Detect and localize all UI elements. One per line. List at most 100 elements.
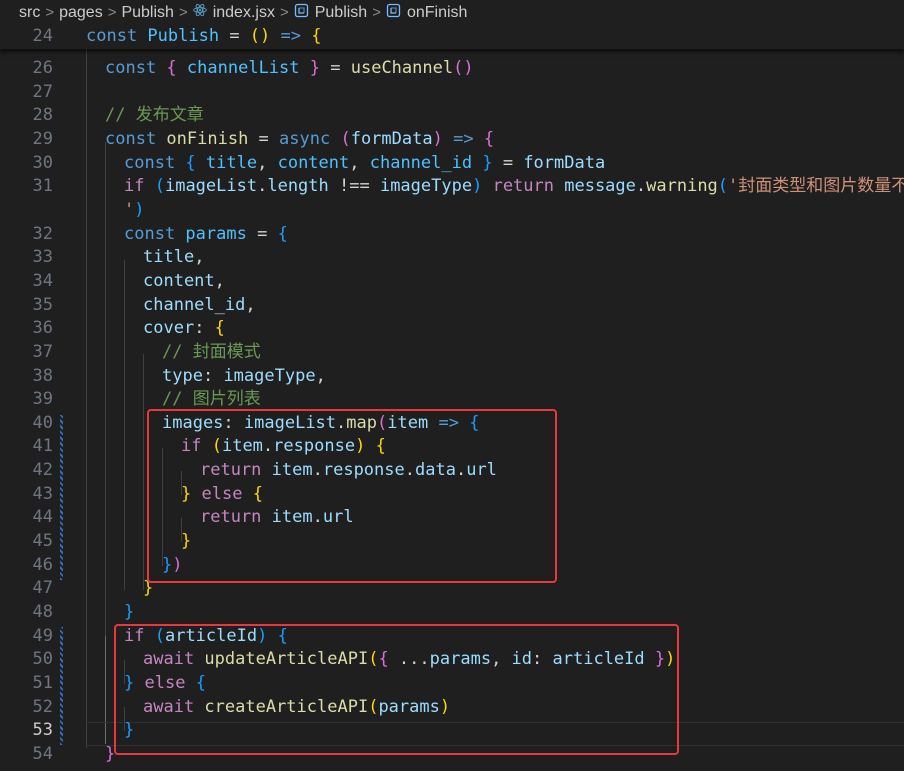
- code-token: }: [124, 720, 135, 740]
- code-line[interactable]: 31 if (imageList.length !== imageType) re…: [0, 175, 904, 199]
- code-line[interactable]: 48}: [0, 601, 904, 625]
- code-token: ,: [315, 365, 326, 386]
- code-line[interactable]: '): [0, 199, 904, 223]
- line-number: 42: [32, 460, 53, 480]
- breadcrumb-symbol-onfinish[interactable]: onFinish: [386, 3, 467, 23]
- breadcrumb-separator: >: [178, 4, 188, 21]
- code-line[interactable]: 51} else {: [0, 672, 904, 696]
- code-token: }: [105, 744, 116, 764]
- code-token: (: [368, 649, 379, 669]
- breadcrumb-file-label: index.jsx: [212, 3, 275, 21]
- code-editor[interactable]: 26 const { channelList } = useChannel() 27…: [0, 25, 904, 771]
- code-line[interactable]: 54}: [0, 743, 904, 767]
- code-line[interactable]: 39 // 图片列表: [0, 388, 904, 412]
- breadcrumb-file[interactable]: index.jsx: [192, 3, 275, 22]
- code-line[interactable]: 24 const Publish = () => {: [0, 25, 904, 49]
- code-token: ,: [214, 271, 225, 291]
- code-line[interactable]: 47}: [0, 577, 904, 601]
- line-code: const { channelList } = useChannel(): [105, 57, 474, 81]
- line-number: 35: [32, 294, 53, 315]
- line-number: 51: [32, 673, 53, 693]
- code-line[interactable]: 36 cover: {: [0, 317, 904, 341]
- line-code: type: imageType,: [162, 365, 326, 389]
- line-code: await updateArticleAPI({ ...params, id: …: [143, 648, 675, 672]
- code-line[interactable]: 52 await createArticleAPI(params): [0, 696, 904, 720]
- code-token: =>: [438, 412, 459, 433]
- breadcrumb-separator: >: [107, 4, 117, 21]
- code-line[interactable]: 53}: [0, 719, 904, 743]
- breadcrumb-separator: >: [45, 4, 55, 21]
- code-line[interactable]: 49 if (articleId) {: [0, 625, 904, 649]
- code-line[interactable]: 28 // 发布文章: [0, 104, 904, 128]
- line-code: const { title, content, channel_id } = f…: [124, 152, 605, 176]
- code-line[interactable]: 26 const { channelList } = useChannel(): [0, 57, 904, 81]
- line-code: // 图片列表: [162, 388, 261, 412]
- code-line[interactable]: 35 channel_id,: [0, 294, 904, 318]
- code-token: title: [143, 247, 195, 267]
- code-line[interactable]: 46}): [0, 554, 904, 578]
- code-token: ': [124, 200, 135, 220]
- line-code: }: [181, 530, 191, 554]
- code-line[interactable]: 40 images: imageList.map(item => {: [0, 412, 904, 436]
- line-number: 50: [32, 649, 53, 669]
- code-token: useChannel: [350, 57, 454, 78]
- breadcrumb-separator: >: [372, 4, 381, 21]
- code-token: title: [205, 152, 258, 173]
- breadcrumb-symbol-publish-label: Publish: [314, 3, 368, 21]
- breadcrumb-pages[interactable]: pages: [59, 4, 103, 22]
- line-code: // 封面模式: [162, 341, 261, 365]
- line-number: 30: [32, 152, 53, 173]
- code-line[interactable]: 33 title,: [0, 246, 904, 270]
- code-line[interactable]: 27: [0, 81, 904, 105]
- code-line[interactable]: 45}: [0, 530, 904, 554]
- code-token: ): [432, 129, 443, 149]
- breadcrumb-src[interactable]: src: [19, 4, 40, 22]
- line-code: }: [105, 743, 115, 767]
- line-code: await createArticleAPI(params): [143, 696, 450, 720]
- code-line[interactable]: 32 const params = {: [0, 223, 904, 247]
- code-token: .: [455, 460, 467, 480]
- code-token: item: [271, 507, 313, 527]
- line-code: return item.response.data.url: [200, 459, 497, 483]
- breadcrumb-publish-folder[interactable]: Publish: [121, 4, 173, 22]
- code-line[interactable]: 41 if (item.response) {: [0, 435, 904, 459]
- code-token: async: [279, 129, 341, 149]
- code-token: ): [172, 554, 183, 575]
- code-line[interactable]: 50 await updateArticleAPI({ ...params, id…: [0, 648, 904, 672]
- code-line[interactable]: 43} else {: [0, 483, 904, 507]
- line-number: 54: [32, 744, 53, 764]
- code-token: (: [377, 412, 388, 433]
- code-token: return: [200, 460, 272, 480]
- code-line[interactable]: 30 const { title, content, channel_id } =…: [0, 152, 904, 176]
- code-token: content: [277, 152, 350, 173]
- line-number: 32: [32, 223, 53, 244]
- code-token: }: [143, 578, 154, 598]
- line-code: cover: {: [143, 317, 225, 341]
- code-line[interactable]: 42 return item.response.data.url: [0, 459, 904, 483]
- code-line[interactable]: 44 return item.url: [0, 506, 904, 530]
- breadcrumb-symbol-publish[interactable]: Publish: [294, 3, 367, 23]
- code-token: else: [201, 483, 253, 504]
- code-line[interactable]: 38 type: imageType,: [0, 365, 904, 389]
- code-token: id: [511, 649, 533, 669]
- code-token: =: [492, 152, 524, 173]
- line-number: 24: [32, 26, 53, 46]
- code-token: articleId: [552, 649, 645, 669]
- code-line[interactable]: 29 const onFinish = async (formData) => {: [0, 128, 904, 152]
- code-line[interactable]: 34 content,: [0, 270, 904, 294]
- code-token: {: [469, 412, 480, 433]
- code-token: Publish: [147, 26, 220, 46]
- line-code: const onFinish = async (formData) => {: [105, 128, 494, 152]
- code-token: }: [654, 649, 666, 669]
- code-token: .: [635, 176, 647, 196]
- line-code: }: [124, 719, 134, 743]
- code-line[interactable]: 37 // 封面模式: [0, 341, 904, 365]
- breadcrumb-publish-folder-label: Publish: [121, 3, 174, 21]
- code-token: ): [439, 696, 451, 717]
- code-token: data: [415, 460, 456, 480]
- code-token: {: [195, 673, 206, 693]
- code-token: params: [429, 649, 492, 669]
